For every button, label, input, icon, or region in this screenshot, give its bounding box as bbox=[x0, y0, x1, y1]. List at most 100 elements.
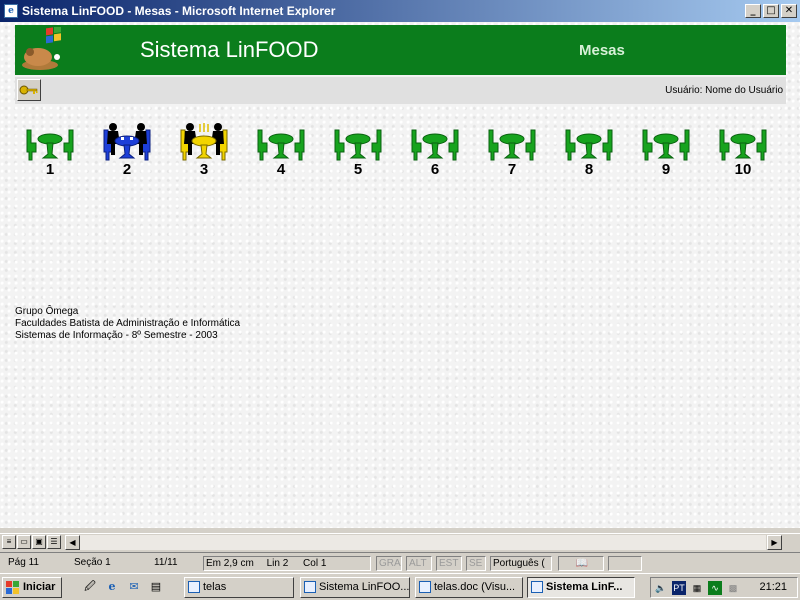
table-free-icon bbox=[719, 129, 767, 161]
windows-taskbar: Iniciar 🖉 e ✉ ▤ telas Sistema LinFOO... … bbox=[0, 573, 800, 600]
start-button[interactable]: Iniciar bbox=[2, 577, 62, 598]
table-free-icon bbox=[565, 129, 613, 161]
window-titlebar[interactable]: e Sistema LinFOOD - Mesas - Microsoft In… bbox=[0, 0, 800, 22]
horizontal-scrollbar[interactable]: ≡ ▭ ▣ ☰ ◀ ▶ bbox=[0, 533, 800, 550]
language-indicator[interactable]: PT bbox=[672, 581, 686, 595]
windows-flag-icon bbox=[6, 581, 19, 594]
clock: 21:21 bbox=[759, 581, 787, 593]
task-label: telas bbox=[203, 581, 227, 593]
table-number: 6 bbox=[430, 161, 440, 178]
scroll-track[interactable] bbox=[80, 535, 766, 550]
table-number: 3 bbox=[199, 161, 209, 178]
footer-line-course: Sistemas de Informação - 8º Semestre - 2… bbox=[15, 330, 218, 341]
status-position-box: Em 2,9 cm Lin 2 Col 1 bbox=[203, 556, 371, 571]
system-tray: 🔈 PT ▦ ∿ ▩ 21:21 bbox=[650, 577, 798, 598]
print-view-button[interactable]: ▣ bbox=[32, 535, 46, 549]
status-line: Lin 2 bbox=[266, 558, 289, 569]
task-sistema-linfood-1[interactable]: Sistema LinFOO... bbox=[300, 577, 410, 598]
ie-icon: e bbox=[4, 4, 18, 18]
word-doc-icon bbox=[419, 581, 431, 593]
minimize-button[interactable]: _ bbox=[745, 4, 761, 18]
search-folder-icon bbox=[188, 581, 200, 593]
table-served-icon bbox=[180, 123, 228, 161]
window-title: Sistema LinFOOD - Mesas - Microsoft Inte… bbox=[22, 4, 336, 18]
ie-task-icon bbox=[531, 581, 543, 593]
page-title: Mesas bbox=[579, 42, 625, 59]
tables-grid: 1 2 3 4 5 6 7 8 9 10 bbox=[15, 122, 786, 192]
task-sistema-linfood-active[interactable]: Sistema LinF... bbox=[527, 577, 635, 598]
table-number: 9 bbox=[661, 161, 671, 178]
key-icon bbox=[19, 85, 38, 95]
linfood-logo-icon bbox=[22, 27, 61, 70]
word-status-bar: Pág 11 Seção 1 11/11 Em 2,9 cm Lin 2 Col… bbox=[0, 552, 800, 572]
start-label: Iniciar bbox=[23, 581, 56, 593]
grid-icon[interactable]: ▩ bbox=[726, 581, 740, 595]
maximize-button[interactable]: □ bbox=[763, 4, 779, 18]
table-3-served[interactable]: 3 bbox=[174, 122, 234, 184]
volume-icon[interactable]: 🔈 bbox=[654, 581, 668, 595]
monitor-icon[interactable]: ∿ bbox=[708, 581, 722, 595]
status-pages: 11/11 bbox=[154, 557, 178, 568]
app-header: Sistema LinFOOD Mesas bbox=[15, 25, 786, 75]
table-2-occupied[interactable]: 2 bbox=[97, 122, 157, 184]
logout-key-button[interactable] bbox=[17, 79, 41, 101]
network-icon[interactable]: ▦ bbox=[690, 581, 704, 595]
table-number: 1 bbox=[45, 161, 55, 178]
table-number: 2 bbox=[122, 161, 132, 178]
table-occupied-icon bbox=[103, 123, 151, 161]
table-4-free[interactable]: 4 bbox=[251, 122, 311, 184]
ie-task-icon bbox=[304, 581, 316, 593]
status-section: Seção 1 bbox=[74, 557, 111, 568]
ie-quicklaunch-icon[interactable]: e bbox=[104, 579, 120, 595]
footer-credits: Grupo Ômega Faculdades Batista de Admini… bbox=[15, 306, 240, 342]
status-position: Em 2,9 cm bbox=[206, 558, 254, 569]
table-free-icon bbox=[488, 129, 536, 161]
status-column: Col 1 bbox=[303, 558, 327, 569]
table-free-icon bbox=[257, 129, 305, 161]
table-5-free[interactable]: 5 bbox=[328, 122, 388, 184]
status-empty-box bbox=[608, 556, 642, 571]
system-title: Sistema LinFOOD bbox=[140, 37, 319, 62]
table-free-icon bbox=[642, 129, 690, 161]
task-telas-folder[interactable]: telas bbox=[184, 577, 294, 598]
table-free-icon bbox=[26, 129, 74, 161]
task-label: Sistema LinF... bbox=[546, 581, 623, 593]
task-label: Sistema LinFOO... bbox=[319, 581, 410, 593]
scroll-left-arrow[interactable]: ◀ bbox=[65, 535, 80, 550]
table-8-free[interactable]: 8 bbox=[559, 122, 619, 184]
outlook-quicklaunch-icon[interactable]: ✉ bbox=[126, 579, 142, 595]
table-10-free[interactable]: 10 bbox=[713, 122, 773, 184]
show-desktop-icon[interactable]: 🖉 bbox=[82, 579, 98, 595]
table-number: 4 bbox=[276, 161, 286, 178]
task-label: telas.doc (Visu... bbox=[434, 581, 516, 593]
status-page: Pág 11 bbox=[8, 557, 39, 568]
status-se[interactable]: SE bbox=[466, 556, 486, 571]
web-view-button[interactable]: ▭ bbox=[17, 535, 31, 549]
spellcheck-book-icon[interactable]: 📖 bbox=[558, 556, 604, 571]
task-telas-doc[interactable]: telas.doc (Visu... bbox=[415, 577, 523, 598]
status-language[interactable]: Português ( bbox=[490, 556, 552, 571]
table-6-free[interactable]: 6 bbox=[405, 122, 465, 184]
normal-view-button[interactable]: ≡ bbox=[2, 535, 16, 549]
scroll-right-arrow[interactable]: ▶ bbox=[767, 535, 782, 550]
status-gra[interactable]: GRA bbox=[376, 556, 402, 571]
table-free-icon bbox=[411, 129, 459, 161]
table-7-free[interactable]: 7 bbox=[482, 122, 542, 184]
footer-line-college: Faculdades Batista de Administração e In… bbox=[15, 318, 241, 329]
page-content: Sistema LinFOOD Mesas Usuário: Nome do U… bbox=[0, 22, 800, 528]
table-free-icon bbox=[334, 129, 382, 161]
footer-line-group: Grupo Ômega bbox=[15, 306, 79, 317]
table-1-free[interactable]: 1 bbox=[20, 122, 80, 184]
table-number: 10 bbox=[734, 161, 752, 178]
table-number: 5 bbox=[353, 161, 363, 178]
user-bar: Usuário: Nome do Usuário bbox=[15, 77, 786, 104]
table-number: 8 bbox=[584, 161, 594, 178]
user-name-label: Usuário: Nome do Usuário bbox=[665, 85, 783, 96]
status-alt[interactable]: ALT bbox=[406, 556, 432, 571]
table-number: 7 bbox=[507, 161, 517, 178]
outline-view-button[interactable]: ☰ bbox=[47, 535, 61, 549]
status-est[interactable]: EST bbox=[436, 556, 462, 571]
media-quicklaunch-icon[interactable]: ▤ bbox=[148, 579, 164, 595]
close-button[interactable]: ✕ bbox=[781, 4, 797, 18]
table-9-free[interactable]: 9 bbox=[636, 122, 696, 184]
